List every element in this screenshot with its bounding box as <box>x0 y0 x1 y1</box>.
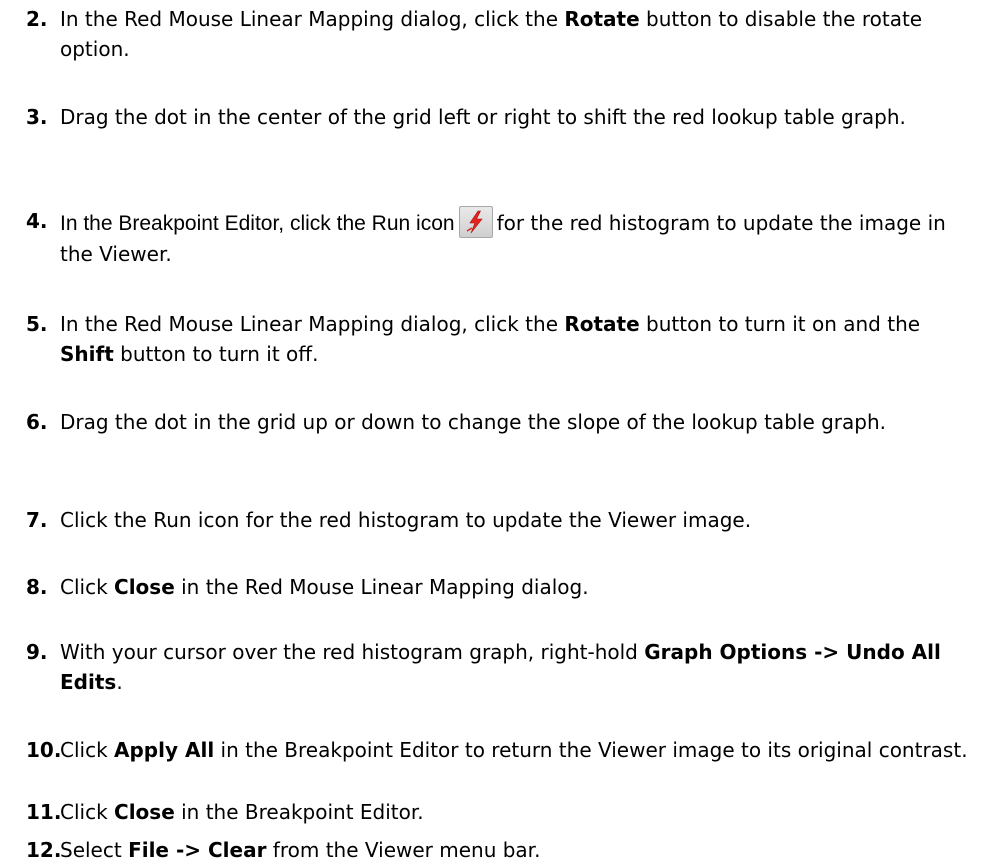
ui-term: Close <box>114 575 175 599</box>
step-text: Drag the dot in the grid up or down to c… <box>60 410 887 434</box>
ui-term: Rotate <box>564 7 640 31</box>
step-text: Click the Run icon for the red histogram… <box>60 508 752 532</box>
ui-term: File -> Clear <box>128 838 267 862</box>
step-number: 3. <box>26 105 48 129</box>
step-text: In the Red Mouse Linear Mapping dialog, … <box>60 7 923 61</box>
step-text: Click Apply All in the Breakpoint Editor… <box>60 738 968 762</box>
step-number: 4. <box>26 209 48 233</box>
step-number: 11. <box>26 800 62 824</box>
step-number: 10. <box>26 738 62 762</box>
ui-term: Shift <box>60 342 114 366</box>
step-text: In the Breakpoint Editor, click the Run … <box>60 206 980 269</box>
step-text: Click Close in the Red Mouse Linear Mapp… <box>60 575 589 599</box>
ui-term: Apply All <box>114 738 215 762</box>
ui-term: Rotate <box>564 312 640 336</box>
run-icon <box>458 206 493 238</box>
step-text: In the Red Mouse Linear Mapping dialog, … <box>60 312 921 366</box>
step-text: Click Close in the Breakpoint Editor. <box>60 800 424 824</box>
ui-term: Close <box>114 800 175 824</box>
step-text: With your cursor over the red histogram … <box>60 640 941 694</box>
step-number: 12. <box>26 838 62 862</box>
step-text: Drag the dot in the center of the grid l… <box>60 105 906 129</box>
step-number: 9. <box>26 640 48 664</box>
step-text: Select File -> Clear from the Viewer men… <box>60 838 541 862</box>
step-number: 8. <box>26 575 48 599</box>
step-number: 5. <box>26 312 48 336</box>
step-number: 6. <box>26 410 48 434</box>
step-number: 7. <box>26 508 48 532</box>
step-number: 2. <box>26 7 48 31</box>
